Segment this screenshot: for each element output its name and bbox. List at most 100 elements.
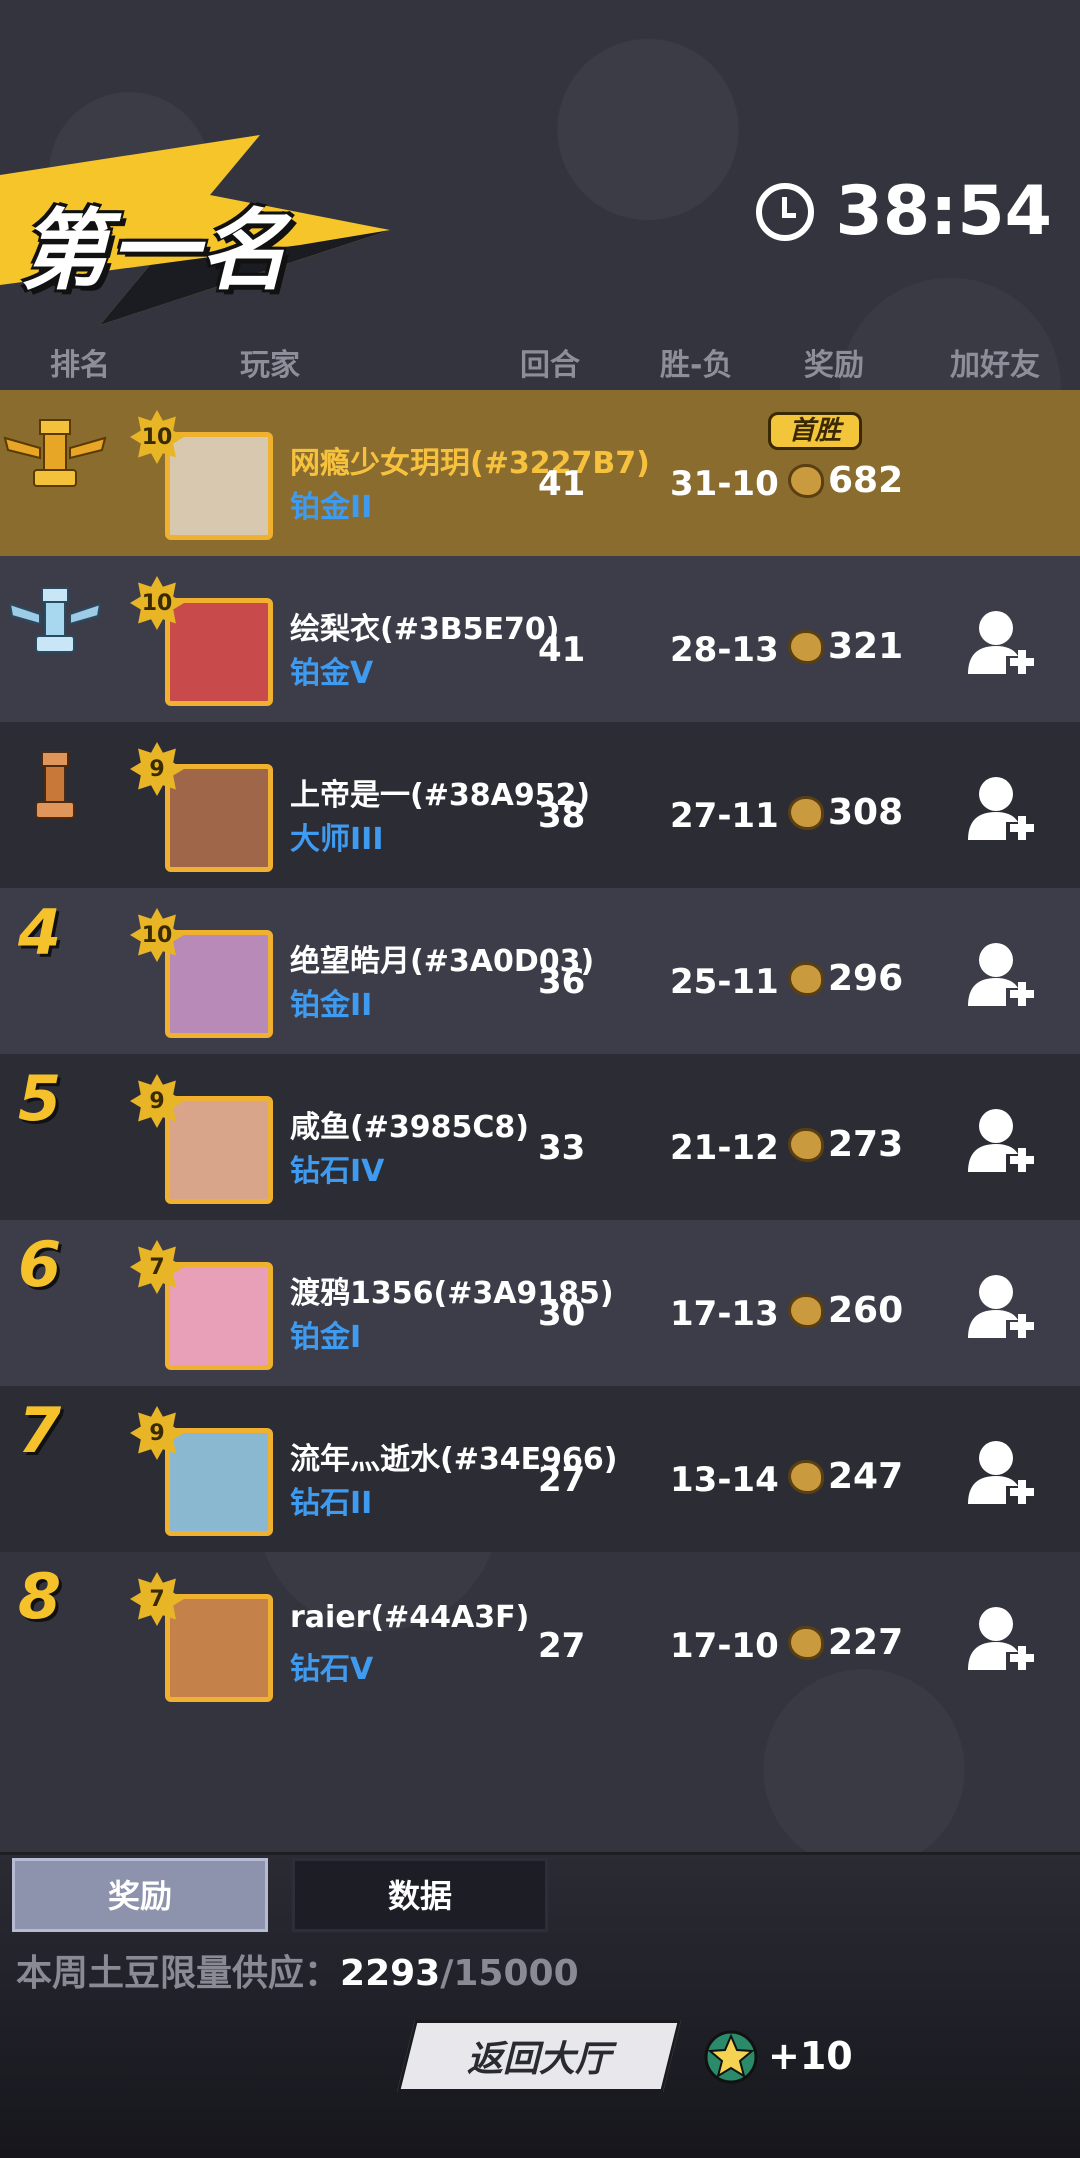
col-rounds: 回合 [520, 348, 580, 383]
player-tier: 大师III [290, 822, 384, 857]
tab-reward[interactable]: 奖励 [12, 1858, 268, 1932]
player-tier: 铂金I [290, 1320, 362, 1355]
avatar[interactable] [165, 598, 273, 706]
player-row: 8 7 raier(#44A3F) 钻石V 27 17-10 227 [0, 1552, 1080, 1718]
avatar[interactable] [165, 1096, 273, 1204]
return-lobby-label: 返回大厅 [466, 2039, 611, 2080]
reward-value: 682 [828, 460, 904, 501]
win-loss-value: 21-12 [670, 1128, 779, 1168]
supply-info: 本周土豆限量供应：2293/15000 [16, 1944, 579, 1996]
reward-value: 227 [828, 1622, 904, 1663]
return-lobby-button[interactable]: 返回大厅 [397, 2020, 681, 2092]
first-win-badge: 首胜 [768, 412, 862, 450]
potato-icon [788, 1127, 824, 1162]
add-friend-icon[interactable] [966, 1272, 1036, 1344]
player-avatar-wrap: 10 [130, 410, 280, 540]
player-tier: 钻石II [290, 1486, 373, 1521]
add-friend-icon[interactable] [966, 1438, 1036, 1510]
win-loss-value: 13-14 [670, 1460, 779, 1500]
avatar[interactable] [165, 1262, 273, 1370]
player-avatar-wrap: 10 [130, 576, 280, 706]
add-friend-icon[interactable] [966, 608, 1036, 680]
player-tier: 钻石IV [290, 1154, 385, 1189]
potato-icon [788, 1625, 824, 1660]
col-add-friend: 加好友 [950, 348, 1040, 383]
add-friend-icon[interactable] [966, 940, 1036, 1012]
page-title: 第一名 [20, 199, 291, 302]
avatar[interactable] [165, 1594, 273, 1702]
avatar[interactable] [165, 764, 273, 872]
rounds-value: 27 [538, 1460, 586, 1500]
reward: 227 [788, 1622, 903, 1663]
timer-text: 38:54 [835, 172, 1052, 251]
player-name: 绘梨衣(#3B5E70) [290, 612, 560, 647]
bronze-trophy-icon [35, 751, 75, 819]
win-loss-value: 31-10 [670, 464, 779, 504]
player-row: 9 上帝是一(#38A952) 大师III 38 27-11 308 [0, 722, 1080, 888]
rank-number: 4 [18, 896, 62, 969]
avatar[interactable] [165, 432, 273, 540]
gold-trophy-icon [3, 419, 107, 487]
rank-number: 6 [18, 1228, 62, 1301]
reward: 682 [788, 460, 903, 501]
reward-value: 296 [828, 958, 904, 999]
bp-value: +10 [768, 2034, 853, 2078]
reward: 308 [788, 792, 903, 833]
reward: 296 [788, 958, 903, 999]
rounds-value: 41 [538, 464, 586, 504]
player-tier: 铂金V [290, 656, 374, 691]
reward-value: 260 [828, 1290, 904, 1331]
col-win-loss: 胜-负 [660, 348, 733, 383]
reward-value: 308 [828, 792, 904, 833]
player-avatar-wrap: 7 [130, 1572, 280, 1702]
rank-number: 7 [18, 1394, 62, 1467]
column-headers: 排名 玩家 回合 胜-负 奖励 加好友 [0, 340, 1080, 390]
supply-total: /15000 [440, 1953, 579, 1994]
reward: 321 [788, 626, 903, 667]
potato-icon [788, 795, 824, 830]
player-avatar-wrap: 7 [130, 1240, 280, 1370]
win-loss-value: 17-10 [670, 1626, 779, 1666]
potato-icon [788, 961, 824, 996]
rank-number: 8 [18, 1560, 62, 1633]
rounds-value: 38 [538, 796, 586, 836]
player-row: 4 10 绝望皓月(#3A0D03) 铂金II 36 25-11 296 [0, 888, 1080, 1054]
win-loss-value: 17-13 [670, 1294, 779, 1334]
clock-icon [755, 182, 814, 241]
reward-value: 321 [828, 626, 904, 667]
col-rank: 排名 [50, 348, 110, 383]
reward: 260 [788, 1290, 903, 1331]
player-avatar-wrap: 9 [130, 742, 280, 872]
reward-value: 273 [828, 1124, 904, 1165]
player-avatar-wrap: 10 [130, 908, 280, 1038]
player-avatar-wrap: 9 [130, 1074, 280, 1204]
rounds-value: 27 [538, 1626, 586, 1666]
player-name: raier(#44A3F) [290, 1600, 530, 1635]
rounds-value: 33 [538, 1128, 586, 1168]
player-avatar-wrap: 9 [130, 1406, 280, 1536]
avatar[interactable] [165, 930, 273, 1038]
silver-trophy-icon [8, 587, 102, 653]
reward: 247 [788, 1456, 903, 1497]
bp-star-icon [704, 2030, 758, 2084]
reward-value: 247 [828, 1456, 904, 1497]
tab-data[interactable]: 数据 [292, 1858, 548, 1932]
supply-label: 本周土豆限量供应： [16, 1953, 341, 1994]
add-friend-icon[interactable] [966, 774, 1036, 846]
player-row: 5 9 咸鱼(#3985C8) 钻石IV 33 21-12 273 [0, 1054, 1080, 1220]
rounds-value: 30 [538, 1294, 586, 1334]
potato-icon [788, 1293, 824, 1328]
avatar[interactable] [165, 1428, 273, 1536]
potato-icon [788, 463, 824, 498]
add-friend-icon[interactable] [966, 1106, 1036, 1178]
player-tier: 铂金II [290, 988, 373, 1023]
rounds-value: 41 [538, 630, 586, 670]
win-loss-value: 27-11 [670, 796, 779, 836]
player-row: 7 9 流年灬逝水(#34E966) 钻石II 27 13-14 247 [0, 1386, 1080, 1552]
player-row: 10 绘梨衣(#3B5E70) 铂金V 41 28-13 321 [0, 556, 1080, 722]
win-loss-value: 25-11 [670, 962, 779, 1002]
add-friend-icon[interactable] [966, 1604, 1036, 1676]
player-tier: 钻石V [290, 1652, 374, 1687]
reward: 273 [788, 1124, 903, 1165]
player-tier: 铂金II [290, 490, 373, 525]
